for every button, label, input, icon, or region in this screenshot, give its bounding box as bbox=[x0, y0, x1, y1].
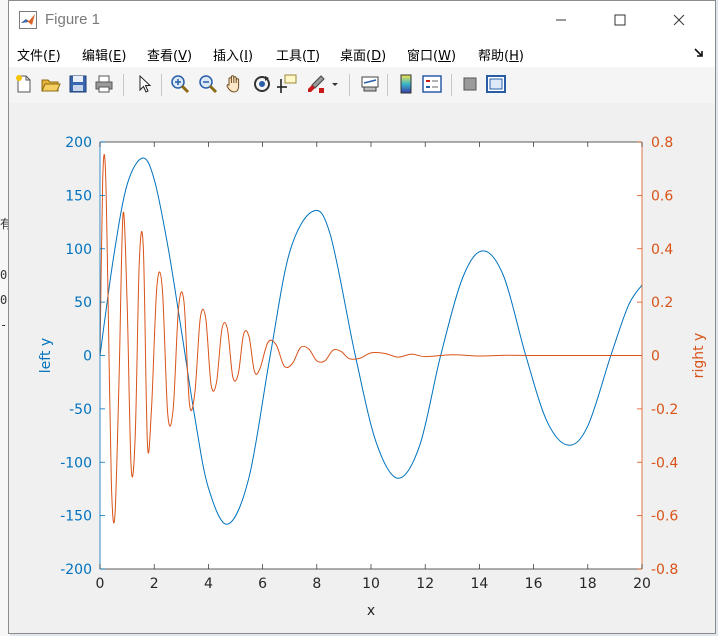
menu-bar: 文件(F) 编辑(E) 查看(V) 插入(I) 工具(T) 桌面(D) 窗口(W… bbox=[9, 39, 715, 67]
rotate-3d-icon bbox=[254, 76, 270, 92]
link-plot-button[interactable] bbox=[359, 73, 381, 95]
save-button[interactable] bbox=[67, 73, 89, 95]
x-tick-label: 0 bbox=[96, 576, 105, 592]
pointer-button[interactable] bbox=[133, 73, 155, 95]
close-icon bbox=[673, 14, 685, 26]
menu-edit[interactable]: 编辑(E) bbox=[82, 45, 126, 64]
open-file-icon bbox=[41, 79, 61, 92]
toolbar-separator bbox=[161, 74, 162, 96]
left-y-tick-label: 0 bbox=[83, 349, 92, 365]
print-button[interactable] bbox=[93, 73, 115, 95]
minimize-button[interactable] bbox=[538, 5, 584, 35]
toolbar-separator bbox=[349, 74, 350, 96]
left-y-tick-label: -50 bbox=[69, 402, 92, 418]
save-icon bbox=[69, 75, 87, 93]
left-y-axis-label: left y bbox=[38, 338, 54, 373]
new-figure-button[interactable] bbox=[13, 73, 35, 95]
left-y-tick-label: -100 bbox=[60, 455, 92, 471]
legend-button[interactable] bbox=[421, 73, 443, 95]
right-y-tick-label: 0.4 bbox=[651, 242, 673, 258]
data-cursor-icon bbox=[277, 74, 297, 93]
matlab-logo-icon bbox=[19, 11, 37, 29]
left-y-tick-label: 150 bbox=[65, 188, 92, 204]
menu-help[interactable]: 帮助(H) bbox=[478, 45, 524, 64]
maximize-button[interactable] bbox=[597, 5, 643, 35]
title-bar[interactable]: Figure 1 bbox=[9, 1, 715, 39]
toolbar-separator bbox=[387, 74, 388, 96]
x-tick-label: 14 bbox=[470, 576, 488, 592]
print-icon bbox=[95, 75, 113, 93]
left-y-tick-label: -150 bbox=[60, 509, 92, 525]
pan-button[interactable] bbox=[223, 73, 245, 95]
zoom-out-icon bbox=[199, 75, 218, 94]
figure-canvas: 0 2 4 6 8 10 12 14 16 18 20 -200 -150 -100 -50 0 50 100 15… bbox=[9, 103, 715, 633]
x-axis-label: x bbox=[367, 603, 375, 619]
x-tick-label: 20 bbox=[633, 576, 651, 592]
right-y-tick-label: -0.4 bbox=[651, 455, 678, 471]
figure-window: Figure 1 文件(F) 编辑(E) 查看(V) 插入(I) 工具(T) 桌… bbox=[8, 0, 716, 634]
right-y-axis-label: right y bbox=[691, 333, 707, 379]
x-tick-label: 8 bbox=[312, 576, 321, 592]
menu-window[interactable]: 窗口(W) bbox=[407, 45, 456, 64]
menu-insert[interactable]: 插入(I) bbox=[213, 45, 253, 64]
window-title: Figure 1 bbox=[45, 11, 101, 28]
menu-tools[interactable]: 工具(T) bbox=[276, 45, 320, 64]
x-tick-label: 6 bbox=[258, 576, 267, 592]
zoom-in-icon bbox=[171, 75, 190, 94]
x-tick-label: 12 bbox=[416, 576, 434, 592]
zoom-out-button[interactable] bbox=[197, 73, 219, 95]
right-y-tick-label: 0.2 bbox=[651, 295, 673, 311]
link-plot-icon bbox=[361, 76, 379, 92]
menu-desktop[interactable]: 桌面(D) bbox=[340, 45, 386, 64]
right-y-tick-label: -0.8 bbox=[651, 562, 678, 578]
show-plot-tools-icon bbox=[486, 75, 506, 93]
toolbar-separator bbox=[451, 74, 452, 96]
toolbar-separator bbox=[123, 74, 124, 96]
minimize-icon bbox=[556, 19, 566, 21]
data-cursor-button[interactable] bbox=[277, 73, 299, 95]
rotate-3d-button[interactable] bbox=[251, 73, 273, 95]
chart: 0 2 4 6 8 10 12 14 16 18 20 -200 -150 -100 -50 0 50 100 15… bbox=[38, 135, 707, 619]
colorbar-button[interactable] bbox=[395, 73, 417, 95]
hide-plot-tools-button[interactable] bbox=[459, 73, 481, 95]
x-tick-label: 2 bbox=[150, 576, 159, 592]
zoom-in-button[interactable] bbox=[169, 73, 191, 95]
pan-icon bbox=[226, 75, 240, 93]
left-y-tick-label: 100 bbox=[65, 242, 92, 258]
brush-icon bbox=[308, 75, 325, 93]
right-y-tick-label: -0.2 bbox=[651, 402, 678, 418]
x-tick-label: 10 bbox=[362, 576, 380, 592]
dock-arrow-icon[interactable] bbox=[693, 47, 705, 59]
maximize-icon bbox=[614, 14, 626, 26]
close-button[interactable] bbox=[656, 5, 702, 35]
menu-view[interactable]: 查看(V) bbox=[147, 45, 192, 64]
x-tick-label: 16 bbox=[525, 576, 543, 592]
x-tick-label: 4 bbox=[204, 576, 213, 592]
show-plot-tools-button[interactable] bbox=[485, 73, 507, 95]
new-figure-icon bbox=[16, 75, 31, 93]
left-y-tick-label: 200 bbox=[65, 135, 92, 151]
right-y-tick-label: 0 bbox=[651, 349, 660, 365]
brush-dropdown-button[interactable] bbox=[329, 73, 341, 95]
left-y-tick-label: 50 bbox=[74, 295, 92, 311]
brush-dropdown-icon bbox=[332, 83, 338, 86]
x-tick-label: 18 bbox=[579, 576, 597, 592]
left-y-tick-label: -200 bbox=[60, 562, 92, 578]
pointer-icon bbox=[139, 74, 152, 93]
figure-toolbar bbox=[9, 67, 715, 104]
right-y-tick-label: -0.6 bbox=[651, 509, 678, 525]
menu-file[interactable]: 文件(F) bbox=[17, 45, 61, 64]
colorbar-icon bbox=[400, 74, 412, 94]
right-y-tick-label: 0.6 bbox=[651, 188, 673, 204]
open-file-button[interactable] bbox=[39, 73, 61, 95]
brush-button[interactable] bbox=[305, 73, 327, 95]
hide-plot-tools-icon bbox=[463, 77, 477, 91]
right-y-tick-label: 0.8 bbox=[651, 135, 673, 151]
legend-icon bbox=[422, 75, 442, 93]
